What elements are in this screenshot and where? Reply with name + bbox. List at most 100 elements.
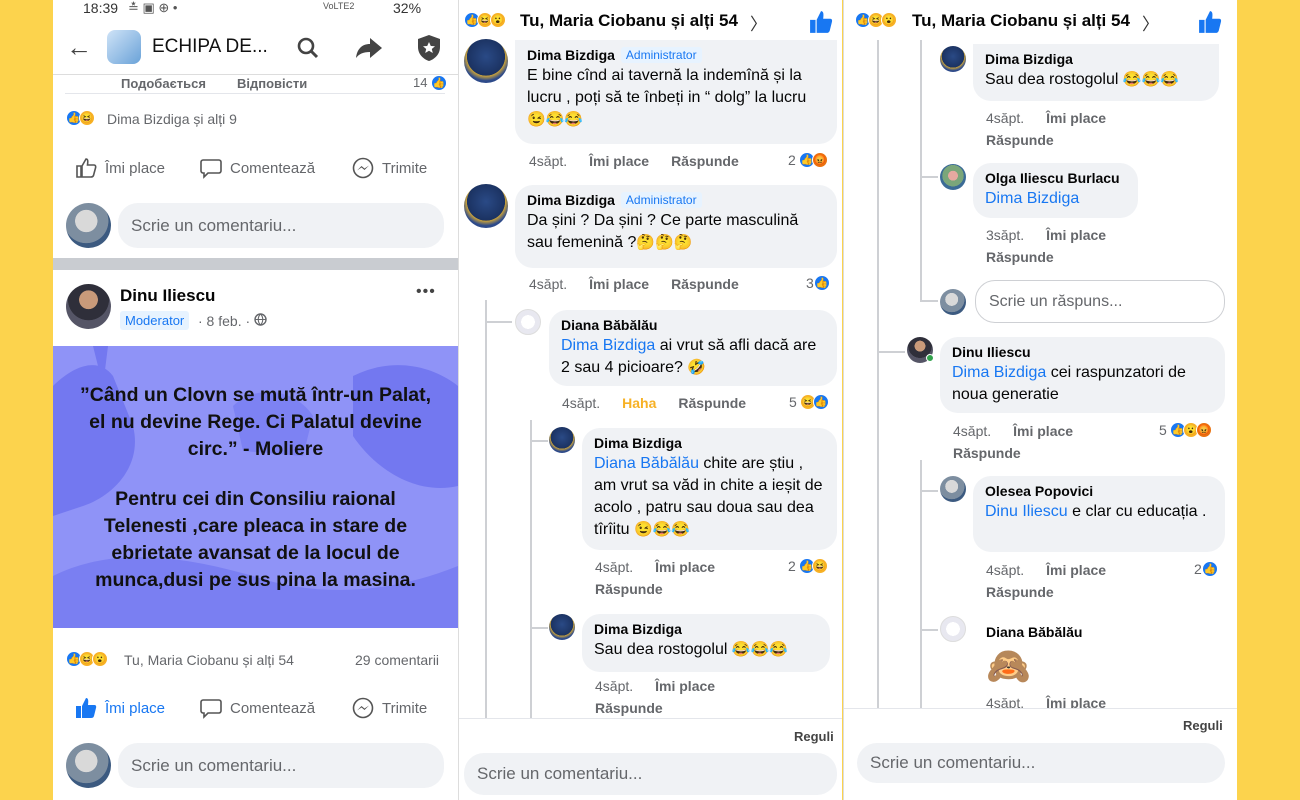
commenter-name[interactable]: Dima Bizdiga <box>985 51 1073 67</box>
post-reactions-text[interactable]: Tu, Maria Ciobanu și alți 54 <box>124 652 294 668</box>
commenter-name[interactable]: Dima Bizdiga <box>527 192 615 208</box>
prev-post-reactions-text[interactable]: Dima Bizdiga și alți 9 <box>107 111 237 127</box>
comment-bubble: Dima Bizdiga Administrator Da șini ? Da ș… <box>515 185 837 268</box>
comment-like-link[interactable]: Îmi place <box>589 153 649 169</box>
comment-haha-link[interactable]: Haha <box>622 395 656 411</box>
commenter-name[interactable]: Diana Băbălău <box>986 624 1082 640</box>
comment-actions: 4săpt. Îmi place Răspunde <box>529 153 739 169</box>
commenter-name[interactable]: Olesea Popovici <box>985 483 1093 499</box>
commenter-name[interactable]: Diana Băbălău <box>561 317 657 333</box>
comment-reaction-count[interactable]: 5 👍 😮 😡 <box>1159 422 1212 438</box>
post-reaction-icons[interactable]: 👍 😆 😮 <box>66 651 108 667</box>
chevron-right-icon[interactable]: 〉 <box>750 10 767 35</box>
post-author[interactable]: Dinu Iliescu <box>120 286 215 306</box>
comment-reply-link[interactable]: Răspunde <box>595 700 663 716</box>
commenter-name[interactable]: Dima Bizdiga <box>594 621 682 637</box>
commenter-avatar[interactable] <box>464 39 508 83</box>
group-avatar[interactable] <box>107 30 141 64</box>
comment-input[interactable]: Scrie un comentariu... <box>857 743 1225 783</box>
author-avatar[interactable] <box>66 284 111 329</box>
comment-bubble: Dinu Iliescu Dima Bizdiga cei raspunzato… <box>940 337 1225 413</box>
send-button[interactable]: Trimite <box>352 697 427 719</box>
comment-input[interactable]: Scrie un comentariu... <box>464 753 837 795</box>
prev-comment-like[interactable]: Подобається <box>121 76 206 91</box>
mention-link[interactable]: Dima Bizdiga <box>985 190 1079 207</box>
commenter-avatar[interactable] <box>515 309 541 335</box>
reply-input[interactable]: Scrie un răspuns... <box>975 280 1225 323</box>
like-button-active[interactable]: Îmi place <box>75 697 165 719</box>
prev-comment-reply[interactable]: Відповісти <box>237 76 307 91</box>
commenter-name[interactable]: Dinu Iliescu <box>952 344 1031 360</box>
status-time: 18:39 <box>83 0 119 16</box>
thread-line <box>877 40 879 710</box>
search-icon[interactable] <box>294 34 322 62</box>
mention-link[interactable]: Dima Bizdiga <box>561 337 655 354</box>
comment-like-link[interactable]: Îmi place <box>655 678 715 694</box>
commenter-name[interactable]: Olga Iliescu Burlacu <box>985 170 1120 186</box>
comment-actions: 4săpt. Îmi place <box>595 559 715 575</box>
mention-link[interactable]: Diana Băbălău <box>594 455 699 472</box>
commenter-avatar[interactable] <box>940 46 966 72</box>
more-options-icon[interactable]: ••• <box>416 283 436 301</box>
group-name[interactable]: ECHIPA DE... <box>152 36 268 58</box>
commenter-name[interactable]: Dima Bizdiga <box>594 435 682 451</box>
comment-reaction-count[interactable]: 2 👍 😆 <box>788 558 828 574</box>
comment-reaction-count[interactable]: 2 👍 😡 <box>788 152 828 168</box>
rules-link[interactable]: Reguli <box>1183 718 1223 733</box>
comment-like-link[interactable]: Îmi place <box>1046 227 1106 243</box>
commenter-name[interactable]: Dima Bizdiga <box>527 47 615 63</box>
comment-input[interactable]: Scrie un comentariu... <box>118 203 444 248</box>
share-icon[interactable] <box>354 34 384 62</box>
header-reaction-icons: 👍 😆 😮 <box>855 12 897 28</box>
comment-reaction-count[interactable]: 3 👍 <box>806 275 830 291</box>
comments-count[interactable]: 29 comentarii <box>355 652 439 668</box>
reactions-summary[interactable]: Tu, Maria Ciobanu și alți 54 <box>520 11 738 31</box>
thread-connector <box>920 176 938 178</box>
image-quote: ”Când un Clovn se mută într-un Palat, el… <box>79 384 432 460</box>
shield-icon[interactable] <box>415 33 443 63</box>
prev-post-reaction-icons[interactable]: 👍 😆 <box>66 110 95 126</box>
comment-reply-link[interactable]: Răspunde <box>986 249 1054 265</box>
comment-reply-link[interactable]: Răspunde <box>986 584 1054 600</box>
thumbs-up-filled-icon[interactable] <box>809 10 833 34</box>
comment-reply-link[interactable]: Răspunde <box>595 581 663 597</box>
commenter-avatar[interactable] <box>549 427 575 453</box>
commenter-avatar[interactable] <box>940 476 966 502</box>
post-image[interactable]: ”Când un Clovn se mută într-un Palat, el… <box>53 346 458 628</box>
like-reaction-icon: 👍 <box>431 75 447 91</box>
comment-like-link[interactable]: Îmi place <box>655 559 715 575</box>
comment-button[interactable]: Comentează <box>200 697 315 719</box>
mention-link[interactable]: Dinu Iliescu <box>985 503 1068 520</box>
mention-link[interactable]: Dima Bizdiga <box>952 364 1046 381</box>
thumbs-up-filled-icon[interactable] <box>1198 10 1222 34</box>
back-arrow-icon[interactable]: ← <box>65 32 93 62</box>
commenter-avatar[interactable] <box>940 164 966 190</box>
send-button[interactable]: Trimite <box>352 157 427 179</box>
comment-input[interactable]: Scrie un comentariu... <box>118 743 444 788</box>
comment-text: Dima Bizdiga <box>985 188 1126 210</box>
commenter-avatar[interactable] <box>549 614 575 640</box>
commenter-avatar[interactable] <box>940 616 966 642</box>
comment-bubble-icon <box>200 157 222 179</box>
comment-like-link[interactable]: Îmi place <box>1013 423 1073 439</box>
comment-reply-link[interactable]: Răspunde <box>671 276 739 292</box>
rules-link[interactable]: Reguli <box>794 729 834 744</box>
comment-reply-link[interactable]: Răspunde <box>986 132 1054 148</box>
commenter-avatar[interactable] <box>464 184 508 228</box>
admin-badge: Administrator <box>620 192 702 208</box>
comment-button[interactable]: Comentează <box>200 157 315 179</box>
comment-reply-link[interactable]: Răspunde <box>953 445 1021 461</box>
like-button[interactable]: Îmi place <box>75 157 165 179</box>
comment-reply-link[interactable]: Răspunde <box>671 153 739 169</box>
comment-reaction-count[interactable]: 5 😆 👍 <box>789 394 829 410</box>
reactions-summary[interactable]: Tu, Maria Ciobanu și alți 54 <box>912 11 1130 31</box>
comment-like-link[interactable]: Îmi place <box>589 276 649 292</box>
comment-like-link[interactable]: Îmi place <box>1046 562 1106 578</box>
messenger-icon <box>352 157 374 179</box>
user-avatar <box>66 743 111 788</box>
comment-reaction-count[interactable]: 2 👍 <box>1194 561 1218 577</box>
comment-like-link[interactable]: Îmi place <box>1046 110 1106 126</box>
thread-connector <box>920 490 938 492</box>
chevron-right-icon[interactable]: 〉 <box>1142 10 1159 35</box>
comment-reply-link[interactable]: Răspunde <box>678 395 746 411</box>
